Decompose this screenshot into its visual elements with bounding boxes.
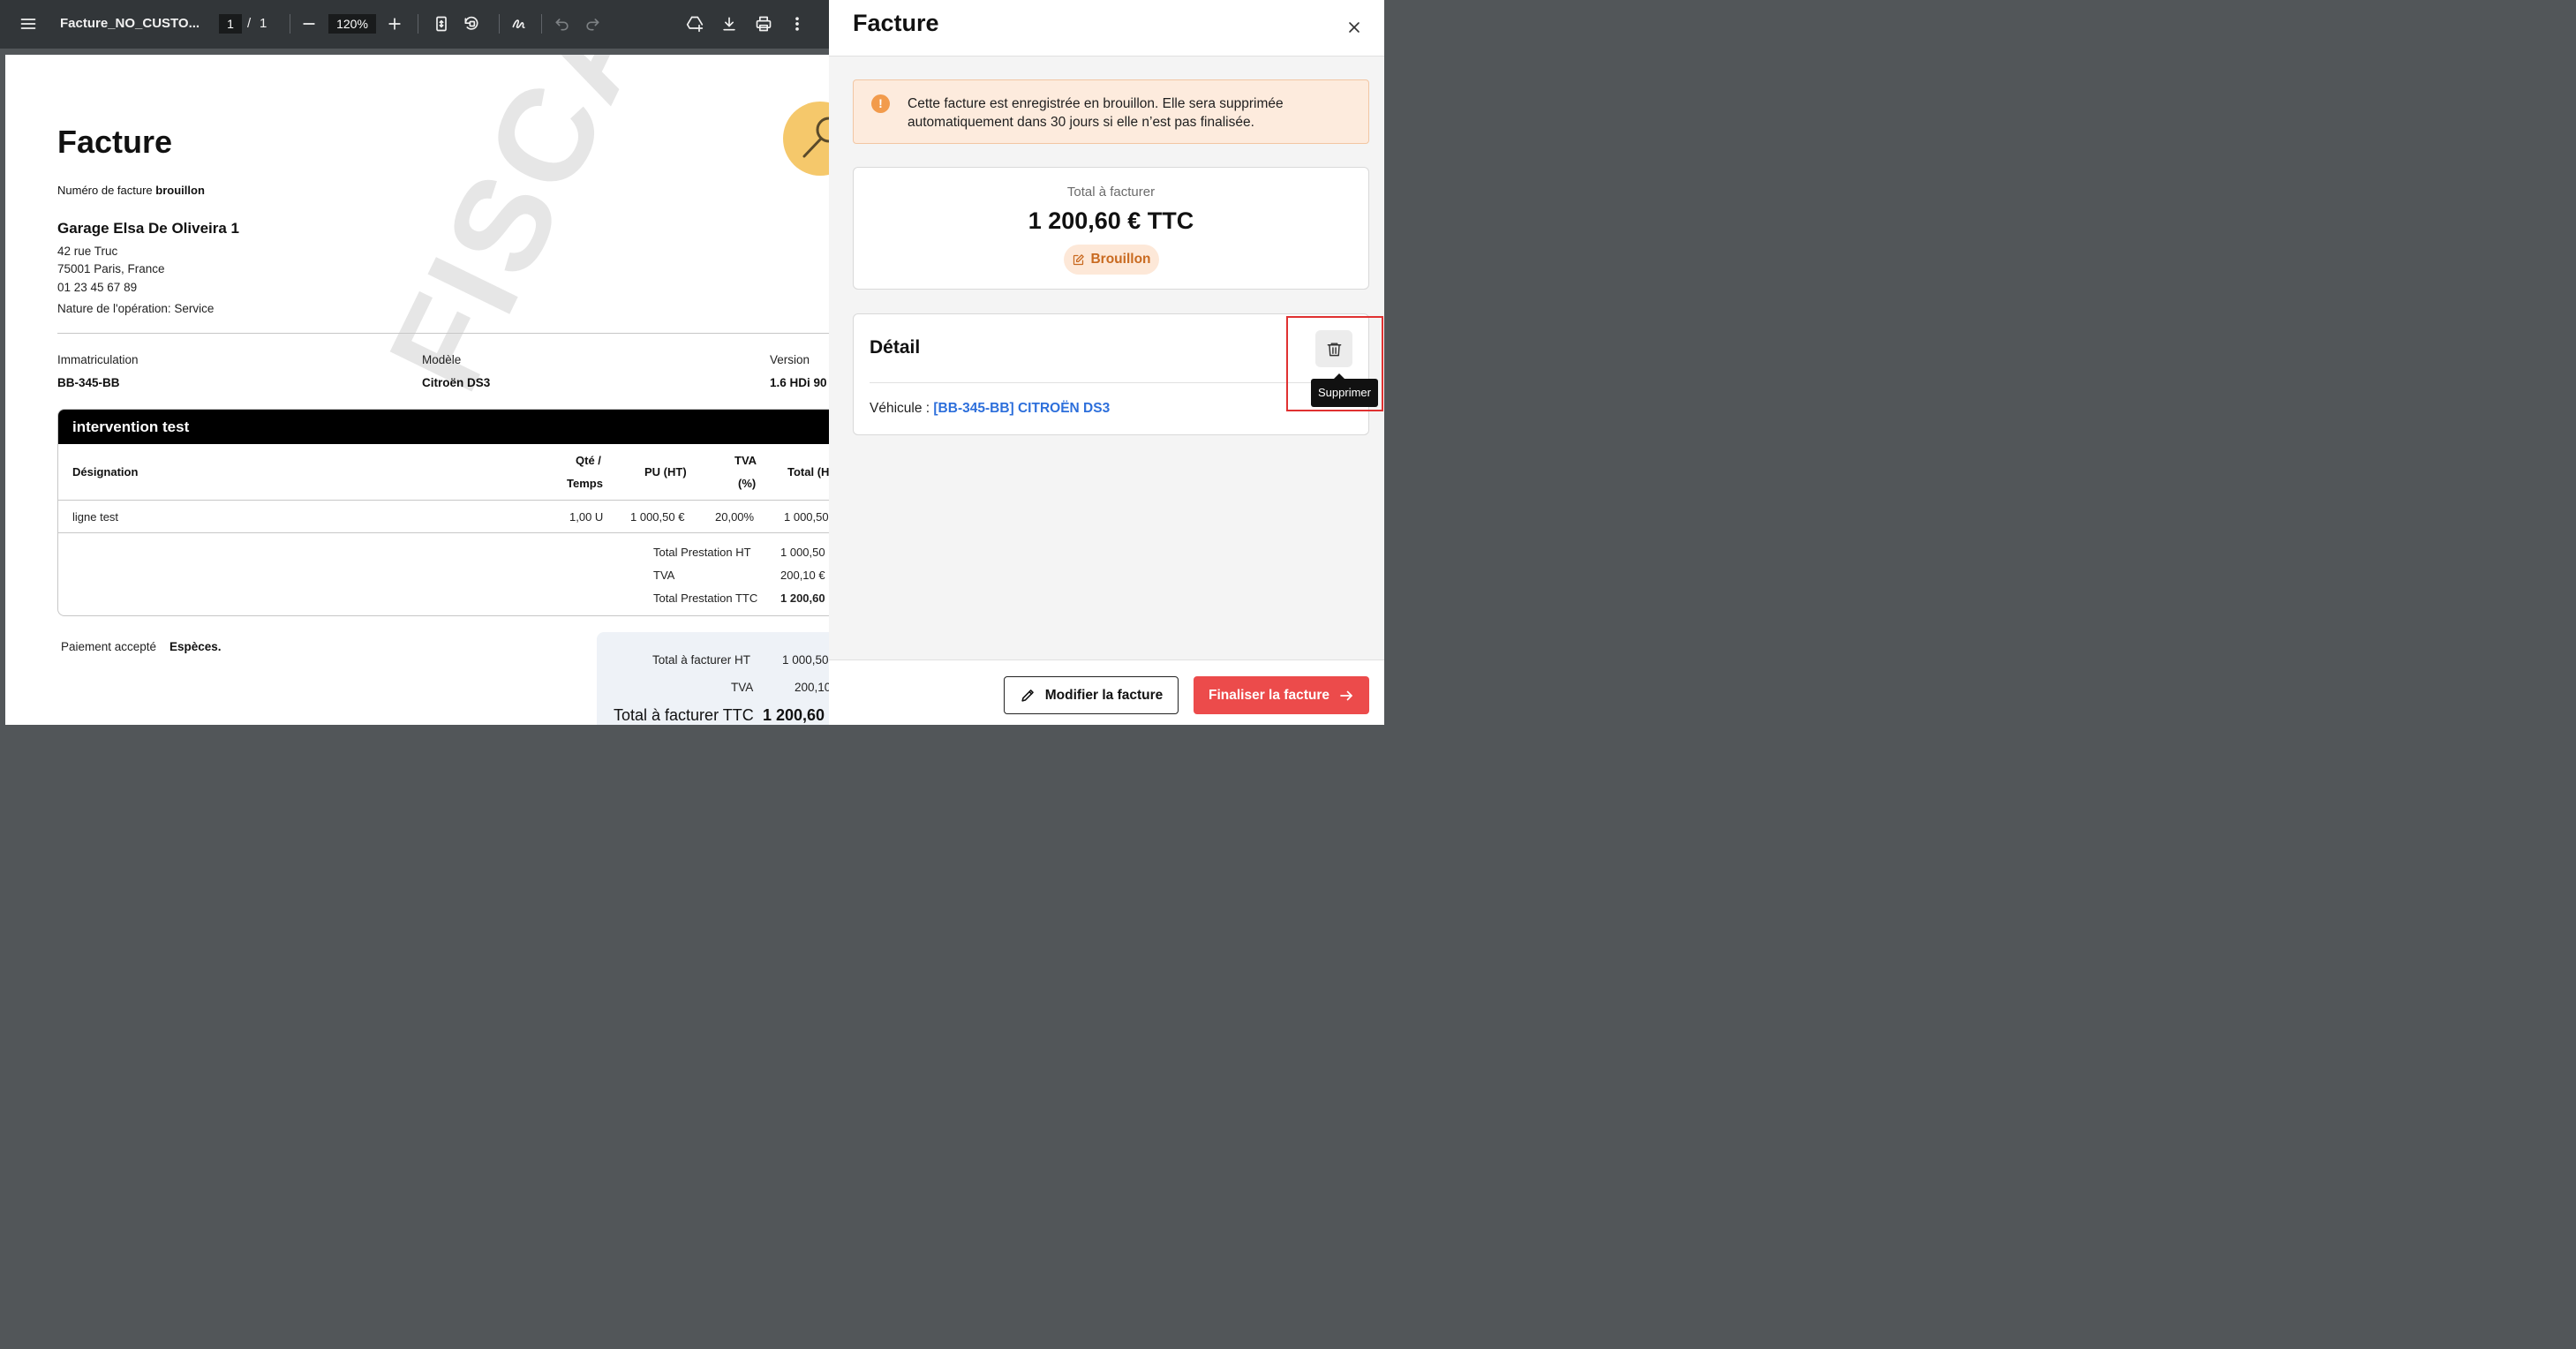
row-tva: 20,00% (715, 510, 755, 524)
delete-tooltip: Supprimer (1311, 373, 1378, 407)
vehicle-row: Véhicule : [BB-345-BB] CITROËN DS3 (870, 401, 1110, 417)
status-badge: Brouillon (1064, 245, 1159, 275)
vehicle-link[interactable]: [BB-345-BB] CITROËN DS3 (933, 401, 1110, 416)
divider (57, 333, 829, 334)
arrow-right-icon (1340, 690, 1352, 700)
edit-note-icon (1073, 253, 1085, 265)
download-icon[interactable] (720, 15, 738, 33)
edit-invoice-label: Modifier la facture (1044, 687, 1164, 703)
detail-title: Détail (870, 337, 921, 358)
more-options-icon[interactable] (788, 15, 806, 33)
col-header-designation: Désignation (72, 465, 139, 479)
total-value: 1 200,60 (763, 706, 825, 724)
col-header-tva: TVA (734, 454, 757, 467)
version-label: Version (770, 353, 810, 366)
subtotal-value: 1 200,60 (780, 592, 825, 605)
total-value: 1 000,50 (782, 653, 829, 667)
alert-message: Cette facture est enregistrée en brouill… (908, 96, 1284, 130)
rotate-icon[interactable] (463, 15, 480, 33)
version-value: 1.6 HDi 90 (770, 376, 827, 389)
page-count: 1 (260, 16, 267, 31)
phone-number: 01 23 45 67 89 (57, 281, 138, 294)
zoom-out-icon[interactable] (300, 15, 318, 33)
fit-page-icon[interactable] (433, 15, 450, 33)
row-total: 1 000,50 (784, 510, 829, 524)
subtotal-label: Total Prestation TTC (653, 592, 758, 605)
draft-warning-alert: ! Cette facture est enregistrée en broui… (853, 79, 1369, 144)
delete-button[interactable] (1315, 330, 1352, 367)
document-title: Facture_NO_CUSTO... (60, 16, 200, 31)
col-header-qty: Qté / (576, 454, 601, 467)
toolbar-divider (499, 14, 500, 34)
payment-value: Espèces. (169, 640, 222, 653)
divider (870, 382, 1354, 383)
watermark-text: FISCAL (359, 55, 718, 412)
col-header-qty: Temps (567, 477, 603, 490)
toolbar-divider (541, 14, 542, 34)
operation-type: Nature de l'opération: Service (57, 302, 215, 315)
total-amount: 1 200,60 € TTC (1028, 207, 1194, 234)
total-label: Total à facturer TTC (614, 706, 754, 724)
invoice-number-value: brouillon (155, 184, 205, 197)
pencil-icon (1021, 690, 1034, 702)
section-title: intervention test (58, 410, 829, 444)
save-to-drive-icon[interactable] (686, 15, 704, 33)
panel-title: Facture (853, 10, 939, 36)
print-icon[interactable] (755, 15, 772, 33)
page-separator: / (247, 16, 252, 31)
panel-footer: Modifier la facture Finaliser la facture (829, 659, 1384, 725)
invoice-side-panel: Facture ! Cette facture est enregistrée … (829, 0, 1384, 725)
close-icon (1349, 22, 1360, 33)
draw-icon[interactable] (510, 15, 528, 33)
garage-name: Garage Elsa De Oliveira 1 (57, 220, 240, 237)
model-label: Modèle (422, 353, 462, 366)
plate-label: Immatriculation (57, 353, 139, 366)
finalize-invoice-label: Finaliser la facture (1209, 687, 1329, 703)
model-value: Citroën DS3 (422, 376, 491, 389)
pdf-toolbar: Facture_NO_CUSTO... 1 / 1 120% (0, 0, 829, 49)
vehicle-label: Véhicule : (870, 401, 930, 416)
invoice-title: Facture (57, 124, 173, 160)
row-designation: ligne test (72, 510, 119, 524)
menu-icon[interactable] (19, 15, 37, 33)
intervention-section: intervention test Désignation Qté / Temp… (57, 409, 829, 616)
payment-label: Paiement accepté (61, 640, 157, 653)
warning-icon: ! (871, 94, 890, 113)
total-value: 200,10 (795, 681, 829, 694)
status-badge-label: Brouillon (1090, 252, 1151, 267)
invoice-number: Numéro de facture brouillon (57, 184, 205, 197)
subtotal-value: 200,10 € (780, 569, 825, 582)
total-label: Total à facturer HT (652, 653, 751, 667)
total-card: Total à facturer 1 200,60 € TTC Brouillo… (853, 167, 1369, 290)
pdf-page: FISCAL Facture Numéro de facture brouill… (5, 55, 829, 725)
page-number-input[interactable]: 1 (219, 14, 242, 34)
edit-invoice-button[interactable]: Modifier la facture (1004, 676, 1179, 714)
undo-icon[interactable] (554, 15, 571, 33)
zoom-in-icon[interactable] (386, 15, 403, 33)
redo-icon[interactable] (584, 15, 601, 33)
col-header-total: Total (H (787, 465, 829, 479)
col-header-tva: (%) (738, 477, 757, 490)
panel-header: Facture (829, 0, 1384, 57)
address-line: 42 rue Truc (57, 245, 118, 258)
subtotal-label: TVA (653, 569, 675, 582)
finalize-invoice-button[interactable]: Finaliser la facture (1194, 676, 1369, 714)
close-button[interactable] (1344, 18, 1364, 37)
trash-icon (1327, 342, 1341, 356)
invoice-totals: Total à facturer HT 1 000,50 TVA 200,10 … (597, 632, 829, 725)
row-pu: 1 000,50 € (630, 510, 685, 524)
wrench-icon (802, 117, 829, 158)
subtotal-value: 1 000,50 (780, 546, 825, 559)
address-line: 75001 Paris, France (57, 262, 165, 275)
total-label: Total à facturer (1066, 185, 1156, 200)
total-label: TVA (731, 681, 754, 694)
zoom-level-input[interactable]: 120% (328, 14, 376, 34)
subtotal-label: Total Prestation HT (653, 546, 751, 559)
plate-value: BB-345-BB (57, 376, 120, 389)
row-qty: 1,00 U (569, 510, 604, 524)
pdf-viewer: Facture_NO_CUSTO... 1 / 1 120% FISCAL Fa… (0, 0, 829, 725)
col-header-pu: PU (HT) (644, 465, 687, 479)
